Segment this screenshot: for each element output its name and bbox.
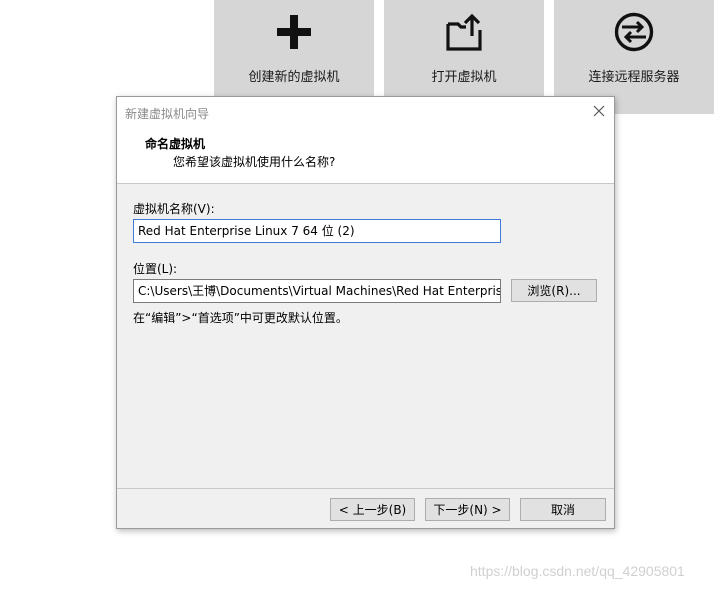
vm-name-input[interactable]: Red Hat Enterprise Linux 7 64 位 (2)	[133, 219, 501, 243]
wizard-step-title: 命名虚拟机	[145, 137, 206, 151]
footer-divider	[117, 488, 614, 489]
create-vm-tile[interactable]: 创建新的虚拟机	[214, 0, 374, 99]
close-icon[interactable]	[592, 104, 606, 118]
cancel-button[interactable]: 取消	[520, 498, 606, 521]
vm-name-label: 虚拟机名称(V):	[133, 202, 215, 216]
wizard-header: 命名虚拟机 您希望该虚拟机使用什么名称?	[117, 127, 614, 184]
browse-button[interactable]: 浏览(R)...	[511, 279, 597, 302]
wizard-step-subtitle: 您希望该虚拟机使用什么名称?	[173, 155, 336, 169]
open-vm-tile[interactable]: 打开虚拟机	[384, 0, 544, 99]
dialog-titlebar[interactable]: 新建虚拟机向导	[117, 97, 614, 127]
location-hint: 在“编辑”>“首选项”中可更改默认位置。	[133, 311, 348, 325]
location-label: 位置(L):	[133, 262, 178, 276]
watermark: https://blog.csdn.net/qq_42905801	[470, 563, 685, 579]
connect-remote-label: 连接远程服务器	[588, 70, 680, 85]
next-button[interactable]: 下一步(N) >	[425, 498, 510, 521]
remote-connect-icon	[614, 12, 654, 52]
open-vm-label: 打开虚拟机	[431, 70, 497, 85]
app-home: 创建新的虚拟机 打开虚拟机 连接远程服务器 新建虚拟机向导 命名虚拟机 您希望该…	[0, 0, 722, 590]
new-vm-wizard-dialog: 新建虚拟机向导 命名虚拟机 您希望该虚拟机使用什么名称? 虚拟机名称(V): R…	[116, 96, 615, 529]
open-folder-icon	[446, 13, 482, 51]
create-vm-label: 创建新的虚拟机	[248, 70, 340, 85]
dialog-title: 新建虚拟机向导	[125, 107, 210, 121]
back-button[interactable]: < 上一步(B)	[330, 498, 415, 521]
plus-icon	[277, 15, 311, 49]
location-input[interactable]: C:\Users\王博\Documents\Virtual Machines\R…	[133, 279, 501, 303]
